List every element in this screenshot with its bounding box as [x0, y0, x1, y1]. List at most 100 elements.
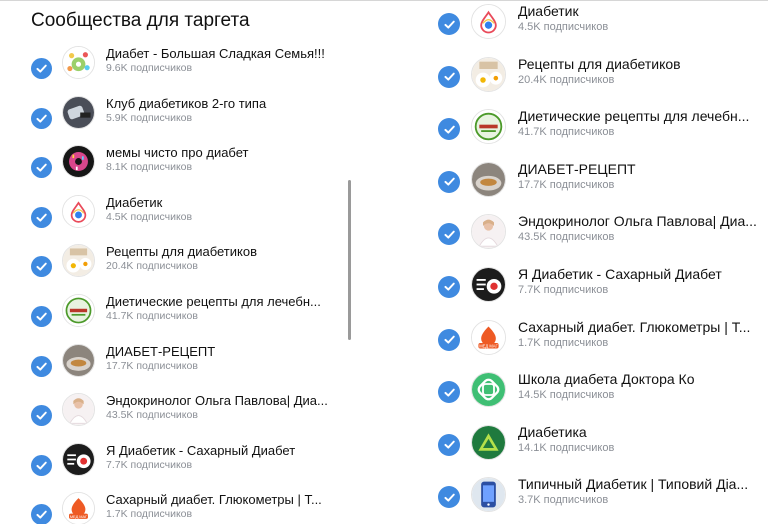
dish-avatar[interactable] — [62, 343, 95, 377]
selected-checkbox[interactable] — [438, 328, 460, 351]
svg-text:МЕД МАГ: МЕД МАГ — [70, 514, 88, 519]
dish-avatar[interactable] — [471, 161, 506, 197]
green-triangle-avatar[interactable] — [471, 424, 506, 460]
selected-checkbox[interactable] — [438, 486, 460, 509]
doctor-avatar[interactable] — [471, 214, 506, 250]
food-avatar[interactable] — [471, 56, 506, 92]
right-panel: Диабетик 4.5K подписчиков Рецепты для диаб… — [400, 0, 768, 524]
community-name[interactable]: Диетические рецепты для лечебн... — [106, 294, 321, 309]
selected-checkbox[interactable] — [31, 405, 52, 427]
community-name[interactable]: Эндокринолог Ольга Павлова| Диа... — [518, 213, 757, 229]
subscriber-count: 43.5K подписчиков — [106, 409, 198, 422]
selected-checkbox[interactable] — [31, 355, 52, 377]
page-title: Сообщества для таргета — [31, 10, 250, 31]
community-name[interactable]: Эндокринолог Ольга Павлова| Диа... — [106, 393, 328, 408]
community-name[interactable]: Типичный Диабетик | Типовий Діа... — [518, 476, 748, 492]
checkmark-icon — [443, 228, 456, 241]
food-avatar[interactable] — [62, 244, 95, 278]
med-mag-avatar[interactable]: МЕД МАГ — [471, 319, 506, 355]
community-name[interactable]: Рецепты для диабетиков — [518, 56, 681, 72]
checkmark-icon — [443, 333, 456, 346]
diet-badge-avatar[interactable] — [471, 109, 506, 145]
sweets-family-avatar[interactable] — [62, 46, 95, 79]
selected-checkbox[interactable] — [438, 381, 460, 404]
community-name[interactable]: Диабет - Большая Сладкая Семья!!! — [106, 46, 325, 61]
community-name[interactable]: Клуб диабетиков 2-го типа — [106, 96, 266, 111]
checkmark-icon — [443, 70, 456, 83]
subscriber-count: 3.7K подписчиков — [518, 494, 609, 507]
selected-checkbox[interactable] — [31, 58, 52, 79]
selected-checkbox[interactable] — [31, 206, 52, 228]
subscriber-count: 8.1K подписчиков — [106, 161, 193, 174]
diet-badge-avatar[interactable] — [62, 293, 95, 327]
community-name[interactable]: Диетические рецепты для лечебн... — [518, 108, 749, 124]
checkmark-icon — [35, 459, 48, 472]
selected-checkbox[interactable] — [438, 433, 460, 456]
checkmark-icon — [443, 123, 456, 136]
community-name[interactable]: Диабетика — [518, 424, 587, 440]
selected-checkbox[interactable] — [31, 256, 52, 278]
community-name[interactable]: Сахарный диабет. Глюкометры | Т... — [518, 319, 750, 335]
checkmark-icon — [35, 62, 48, 75]
checkmark-icon — [35, 409, 48, 422]
checkmark-icon — [35, 508, 48, 521]
community-name[interactable]: Рецепты для диабетиков — [106, 244, 257, 259]
green-knot-avatar[interactable] — [471, 372, 506, 408]
glucometer-avatar[interactable] — [62, 95, 95, 129]
selected-checkbox[interactable] — [31, 454, 52, 476]
checkmark-icon — [35, 360, 48, 373]
subscriber-count: 20.4K подписчиков — [106, 260, 198, 273]
donut-avatar[interactable] — [62, 145, 95, 179]
community-name[interactable]: Школа диабета Доктора Ко — [518, 371, 694, 387]
selected-checkbox[interactable] — [438, 65, 460, 88]
community-name[interactable]: Сахарный диабет. Глюкометры | Т... — [106, 492, 322, 507]
subscriber-count: 4.5K подписчиков — [106, 210, 193, 223]
checkmark-icon — [35, 211, 48, 224]
drop-logo-avatar[interactable] — [62, 194, 95, 228]
selected-checkbox[interactable] — [31, 504, 52, 524]
scrollbar[interactable] — [348, 180, 351, 340]
left-panel: Сообщества для таргета Диабет - Большая … — [0, 0, 360, 524]
community-name[interactable]: мемы чисто про диабет — [106, 145, 249, 160]
checkmark-icon — [443, 491, 456, 504]
subscriber-count: 41.7K подписчиков — [518, 126, 615, 139]
selected-checkbox[interactable] — [31, 157, 52, 179]
community-name[interactable]: Диабетик — [106, 195, 162, 210]
community-name[interactable]: ДИАБЕТ-РЕЦЕПТ — [106, 344, 215, 359]
dark-logo-avatar[interactable] — [471, 266, 506, 302]
phone-avatar[interactable] — [471, 477, 506, 513]
community-name[interactable]: Диабетик — [518, 3, 579, 19]
selected-checkbox[interactable] — [438, 275, 460, 298]
selected-checkbox[interactable] — [438, 118, 460, 141]
doctor-avatar[interactable] — [62, 393, 95, 427]
checkmark-icon — [443, 438, 456, 451]
subscriber-count: 9.6K подписчиков — [106, 62, 193, 74]
subscriber-count: 17.7K подписчиков — [518, 178, 615, 191]
svg-text:МЕД МАГ: МЕД МАГ — [479, 343, 498, 348]
checkmark-icon — [35, 112, 48, 125]
community-name[interactable]: Я Диабетик - Сахарный Диабет — [518, 266, 722, 282]
subscriber-count: 14.5K подписчиков — [518, 389, 615, 402]
subscriber-count: 14.1K подписчиков — [518, 441, 615, 454]
checkmark-icon — [443, 386, 456, 399]
subscriber-count: 7.7K подписчиков — [106, 458, 193, 471]
selected-checkbox[interactable] — [438, 13, 460, 35]
selected-checkbox[interactable] — [31, 107, 52, 129]
subscriber-count: 4.5K подписчиков — [518, 21, 609, 33]
med-mag-avatar[interactable]: МЕД МАГ — [62, 492, 95, 524]
subscriber-count: 1.7K подписчиков — [106, 508, 193, 521]
subscriber-count: 5.9K подписчиков — [106, 111, 193, 124]
selected-checkbox[interactable] — [438, 223, 460, 246]
community-name[interactable]: Я Диабетик - Сахарный Диабет — [106, 443, 295, 458]
drop-logo-avatar[interactable] — [471, 4, 506, 39]
dark-logo-avatar[interactable] — [62, 442, 95, 476]
community-name[interactable]: ДИАБЕТ-РЕЦЕПТ — [518, 161, 636, 177]
selected-checkbox[interactable] — [31, 305, 52, 327]
checkmark-icon — [35, 310, 48, 323]
checkmark-icon — [35, 161, 48, 174]
selected-checkbox[interactable] — [438, 170, 460, 193]
subscriber-count: 41.7K подписчиков — [106, 309, 198, 322]
checkmark-icon — [443, 175, 456, 188]
checkmark-icon — [443, 280, 456, 293]
subscriber-count: 20.4K подписчиков — [518, 73, 615, 86]
